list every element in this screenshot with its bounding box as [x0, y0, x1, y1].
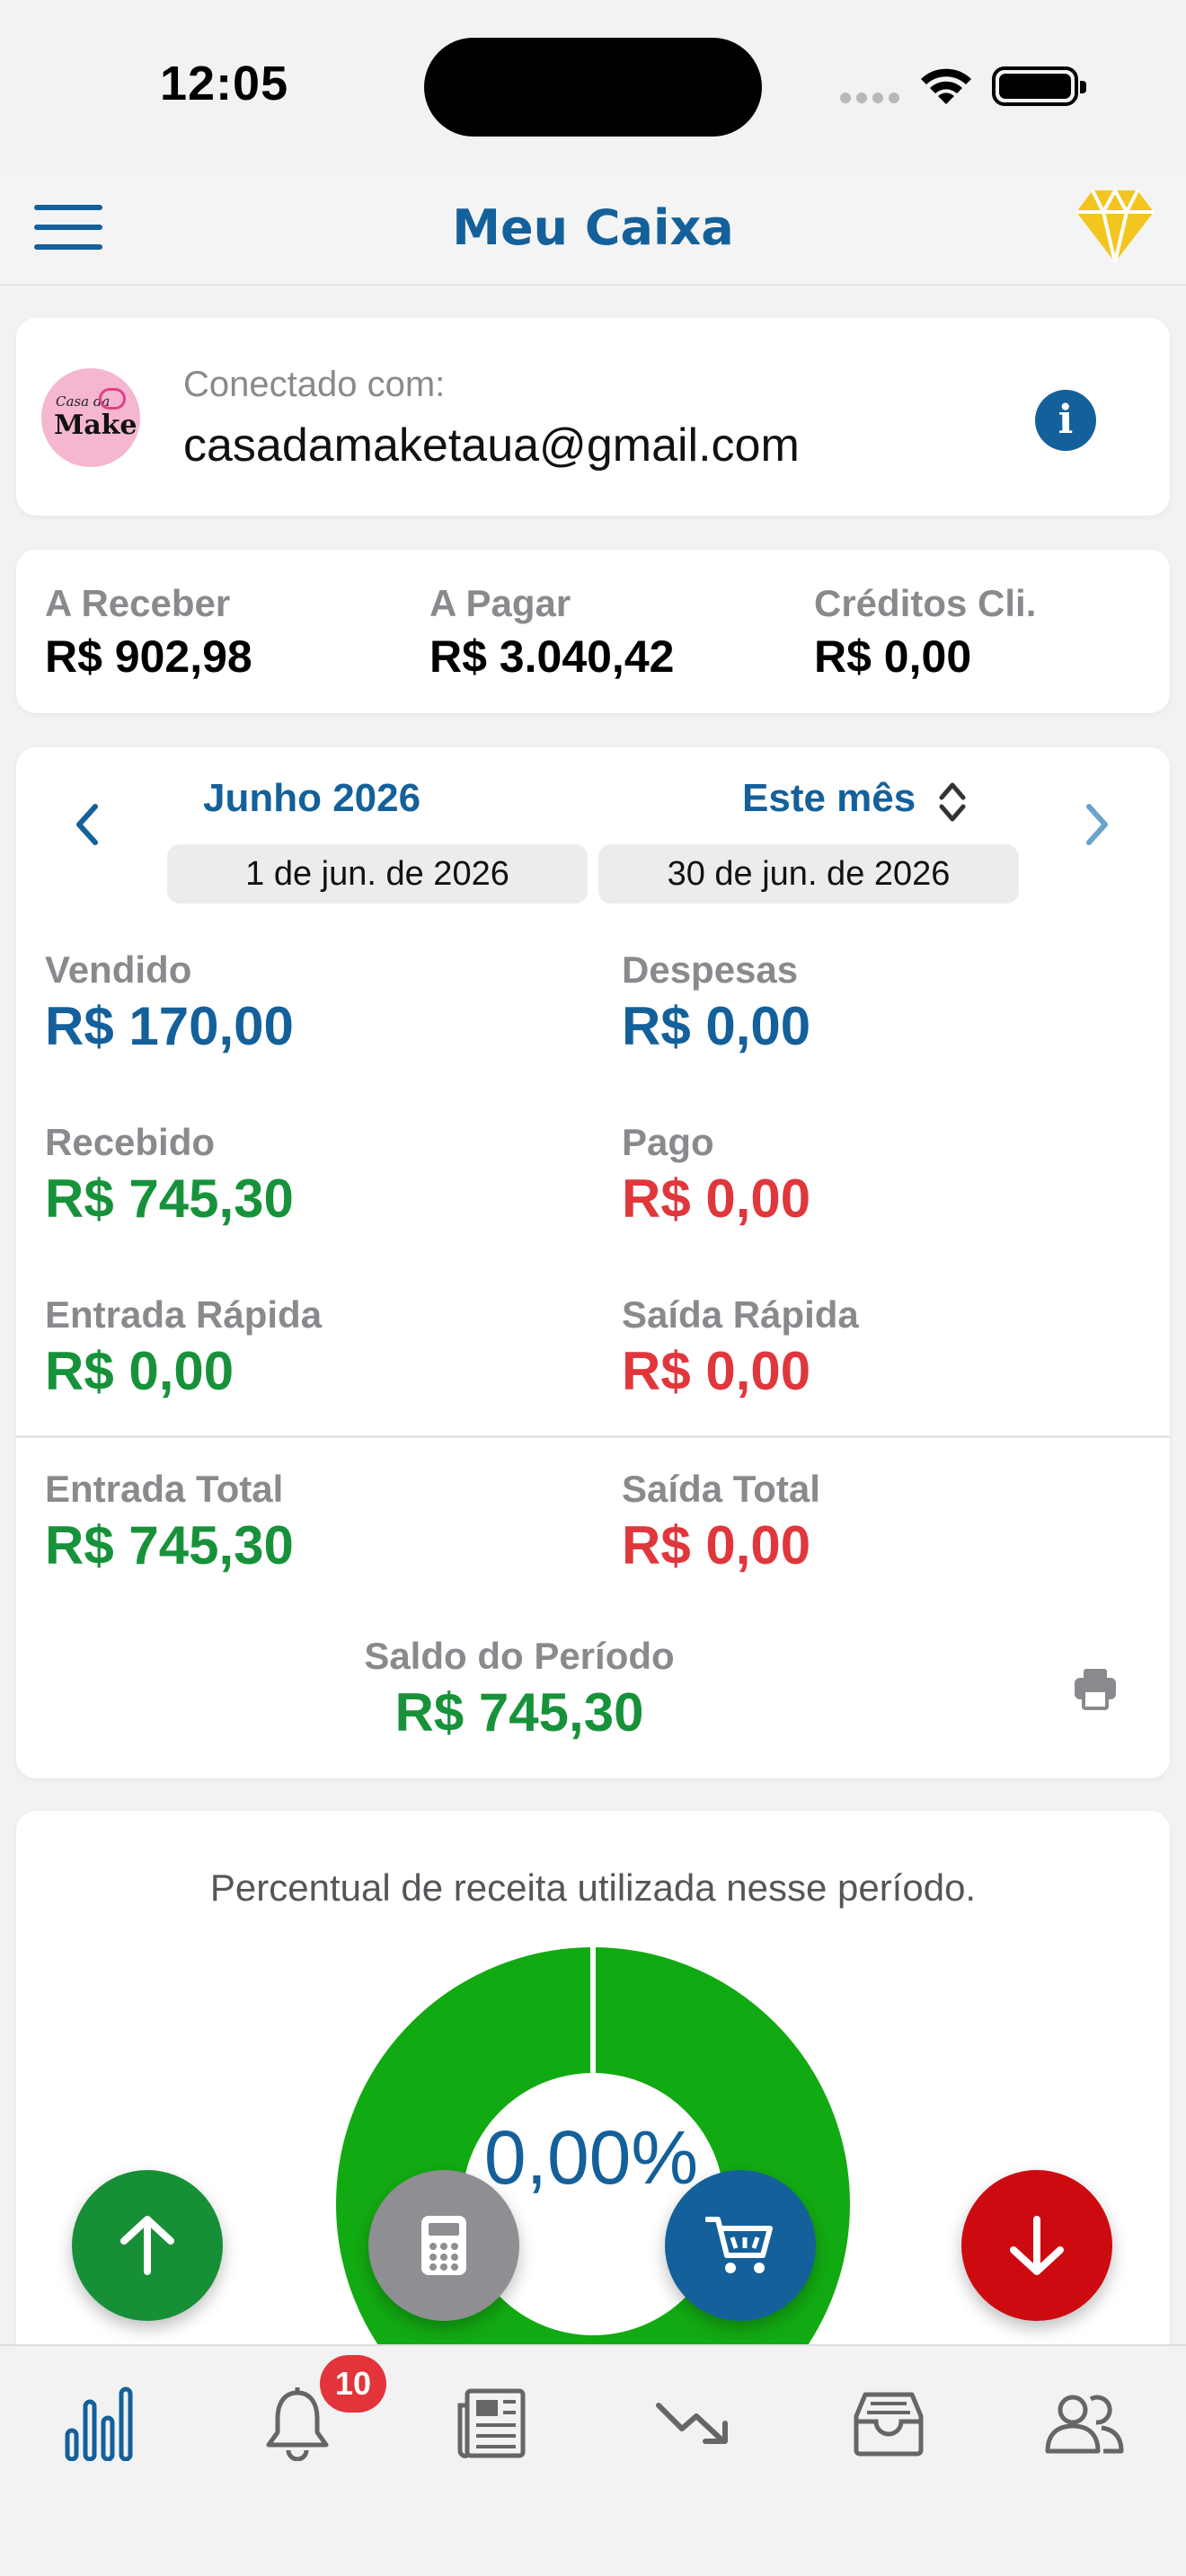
- balance-label: A Receber: [45, 582, 231, 624]
- notifications-badge: 10: [320, 2355, 386, 2413]
- balance-value: R$ 3.040,42: [429, 631, 675, 682]
- battery-icon: [992, 66, 1086, 106]
- wifi-icon: [921, 68, 971, 104]
- tab-expenses-trend[interactable]: [643, 2378, 742, 2468]
- end-date-picker[interactable]: 30 de jun. de 2026: [598, 844, 1019, 904]
- saldo-label: Saldo do Período: [364, 1635, 675, 1677]
- calculator-icon: [421, 2216, 466, 2275]
- tab-clients[interactable]: [1035, 2378, 1134, 2468]
- chevron-right-icon[interactable]: [1084, 803, 1111, 846]
- stat-label: Entrada Rápida: [45, 1293, 323, 1336]
- stat-label: Pago: [622, 1121, 714, 1163]
- cellular-signal-icon: [840, 92, 905, 108]
- logo-heart-icon: [99, 388, 126, 410]
- period-summary-card: Junho 2026 Este mês 1 de jun. de 2026 30…: [16, 747, 1170, 1778]
- stat-label: Entrada Total: [45, 1468, 284, 1510]
- period-month[interactable]: Junho 2026: [203, 776, 473, 821]
- stat-value: R$ 0,00: [45, 1341, 235, 1401]
- new-sale-cart-button[interactable]: [665, 2170, 816, 2321]
- calculator-button[interactable]: [368, 2170, 519, 2321]
- balance-receivable[interactable]: A Receber R$ 902,98: [45, 582, 252, 683]
- stat-value: R$ 170,00: [45, 996, 294, 1056]
- period-range-select[interactable]: Este mês: [742, 776, 916, 821]
- tab-reports[interactable]: [444, 2378, 543, 2468]
- connection-label: Conectado com:: [183, 365, 446, 404]
- stat-label: Vendido: [45, 948, 192, 991]
- arrow-down-icon: [1010, 2216, 1064, 2275]
- stat-saida-total: Saída Total R$ 0,00: [622, 1468, 820, 1576]
- balance-value: R$ 0,00: [814, 631, 972, 682]
- stat-label: Despesas: [622, 948, 799, 991]
- stat-label: Saída Total: [622, 1468, 820, 1510]
- chevron-left-icon[interactable]: [74, 803, 101, 846]
- chart-icon: [65, 2386, 133, 2461]
- stat-value: R$ 0,00: [622, 1341, 811, 1401]
- balances-card: A Receber R$ 902,98 A Pagar R$ 3.040,42 …: [16, 550, 1170, 713]
- sort-icon[interactable]: [936, 780, 969, 825]
- print-icon[interactable]: [1073, 1667, 1118, 1710]
- store-logo: Casa da Make: [41, 368, 140, 467]
- balance-value: R$ 902,98: [45, 631, 252, 682]
- divider: [16, 1435, 1170, 1438]
- stat-pago[interactable]: Pago R$ 0,00: [622, 1121, 810, 1230]
- arrow-up-icon: [120, 2216, 174, 2275]
- quick-expense-button[interactable]: [961, 2170, 1112, 2321]
- connection-email: casadamaketaua@gmail.com: [183, 419, 800, 472]
- donut-center-label: 0,00%: [483, 2115, 699, 2200]
- page-title: Meu Caixa: [452, 199, 734, 256]
- start-date-picker[interactable]: 1 de jun. de 2026: [167, 844, 588, 904]
- stat-saida-rapida[interactable]: Saída Rápida R$ 0,00: [622, 1293, 859, 1402]
- status-time: 12:05: [160, 57, 289, 110]
- info-icon[interactable]: i: [1035, 390, 1096, 451]
- stat-vendido[interactable]: Vendido R$ 170,00: [45, 948, 294, 1057]
- quick-income-button[interactable]: [72, 2170, 223, 2321]
- stat-label: Saída Rápida: [622, 1293, 859, 1336]
- stat-value: R$ 0,00: [622, 1515, 811, 1575]
- balance-label: A Pagar: [429, 582, 571, 624]
- stat-value: R$ 0,00: [622, 1169, 811, 1229]
- stat-label: Recebido: [45, 1121, 216, 1163]
- stat-entrada-total: Entrada Total R$ 745,30: [45, 1468, 294, 1576]
- balance-payable[interactable]: A Pagar R$ 3.040,42: [429, 582, 674, 683]
- tab-bar: [0, 2344, 1186, 2576]
- balance-client-credits[interactable]: Créditos Cli. R$ 0,00: [814, 582, 1036, 683]
- stat-value: R$ 745,30: [45, 1515, 294, 1575]
- period-balance: Saldo do Período R$ 745,30: [16, 1635, 1022, 1743]
- cart-icon: [705, 2217, 773, 2273]
- news-icon: [457, 2388, 526, 2458]
- dynamic-island: [424, 38, 762, 137]
- users-icon: [1045, 2395, 1124, 2454]
- inbox-icon: [854, 2392, 924, 2457]
- stat-entrada-rapida[interactable]: Entrada Rápida R$ 0,00: [45, 1293, 322, 1402]
- balance-label: Créditos Cli.: [814, 582, 1037, 624]
- saldo-value: R$ 745,30: [394, 1682, 644, 1742]
- connection-card: Casa da Make Conectado com: casadamaketa…: [16, 318, 1170, 516]
- stat-value: R$ 745,30: [45, 1169, 294, 1229]
- tab-dashboard[interactable]: [50, 2378, 149, 2468]
- logo-text-main: Make: [54, 410, 137, 441]
- status-bar: 12:05: [0, 0, 1186, 171]
- tab-inventory[interactable]: [839, 2378, 938, 2468]
- nav-bar: Meu Caixa: [0, 171, 1186, 286]
- bell-icon: [266, 2387, 329, 2461]
- stat-value: R$ 0,00: [622, 996, 811, 1056]
- trend-down-icon: [656, 2403, 728, 2444]
- stat-recebido[interactable]: Recebido R$ 745,30: [45, 1121, 294, 1230]
- diamond-icon[interactable]: [1075, 187, 1155, 264]
- chart-caption: Percentual de receita utilizada nesse pe…: [209, 1866, 977, 1909]
- stat-despesas[interactable]: Despesas R$ 0,00: [622, 948, 810, 1057]
